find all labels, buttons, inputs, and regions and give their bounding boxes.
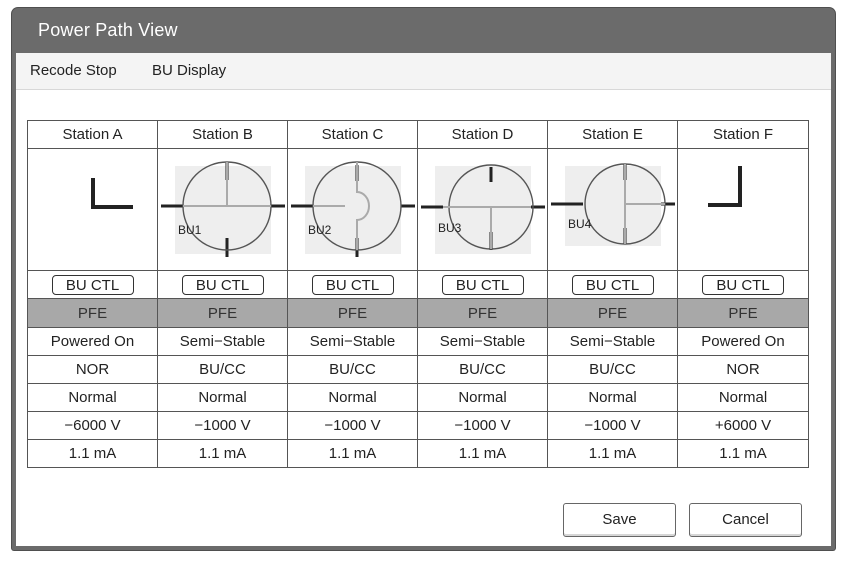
mode-cell: NOR (27, 355, 158, 384)
status-cell: Normal (677, 383, 809, 412)
cancel-button[interactable]: Cancel (689, 503, 802, 537)
save-button[interactable]: Save (563, 503, 676, 537)
state-cell: Semi−Stable (417, 327, 548, 356)
bu-label: BU4 (568, 217, 592, 231)
state-cell: Semi−Stable (157, 327, 288, 356)
bu-ctl-button[interactable]: BU CTL (51, 274, 134, 295)
branching-unit-icon[interactable]: BU1 (159, 150, 287, 270)
pfe-cell: PFE (287, 298, 418, 328)
voltage-cell: −1000 V (287, 411, 418, 440)
content-area: Station A Station B Station C Station D … (16, 90, 831, 546)
station-e-ctl-cell: BU CTL (547, 270, 678, 299)
window-title: Power Path View (38, 20, 178, 40)
state-cell: Powered On (677, 327, 809, 356)
bu-label: BU3 (438, 221, 462, 235)
bu-label: BU2 (308, 223, 332, 237)
mode-cell: BU/CC (157, 355, 288, 384)
branching-unit-icon[interactable]: BU2 (289, 150, 417, 270)
current-cell: 1.1 mA (547, 439, 678, 468)
status-cell: Normal (287, 383, 418, 412)
station-c-header: Station C (287, 120, 418, 149)
current-cell: 1.1 mA (157, 439, 288, 468)
mode-cell: BU/CC (547, 355, 678, 384)
current-cell: 1.1 mA (677, 439, 809, 468)
power-path-table: Station A Station B Station C Station D … (27, 120, 809, 468)
station-c-ctl-cell: BU CTL (287, 270, 418, 299)
station-e-header: Station E (547, 120, 678, 149)
voltage-cell: +6000 V (677, 411, 809, 440)
state-cell: Semi−Stable (547, 327, 678, 356)
station-b-diagram: BU1 (157, 148, 288, 271)
pfe-cell: PFE (677, 298, 809, 328)
voltage-cell: −1000 V (417, 411, 548, 440)
branching-unit-icon[interactable]: BU4 (549, 150, 677, 270)
current-cell: 1.1 mA (417, 439, 548, 468)
station-b-ctl-cell: BU CTL (157, 270, 288, 299)
bu-label: BU1 (178, 223, 202, 237)
menu-bar: Recode Stop BU Display (16, 53, 831, 90)
pfe-cell: PFE (547, 298, 678, 328)
current-cell: 1.1 mA (27, 439, 158, 468)
pfe-cell: PFE (27, 298, 158, 328)
station-d-header: Station D (417, 120, 548, 149)
station-f-diagram (677, 148, 809, 271)
state-cell: Semi−Stable (287, 327, 418, 356)
station-d-diagram: BU3 (417, 148, 548, 271)
bu-ctl-button[interactable]: BU CTL (181, 274, 264, 295)
voltage-cell: −1000 V (157, 411, 288, 440)
current-cell: 1.1 mA (287, 439, 418, 468)
menu-item-recode-stop[interactable]: Recode Stop (30, 53, 117, 89)
bu-ctl-button[interactable]: BU CTL (571, 274, 654, 295)
voltage-cell: −6000 V (27, 411, 158, 440)
status-cell: Normal (547, 383, 678, 412)
voltage-cell: −1000 V (547, 411, 678, 440)
station-b-header: Station B (157, 120, 288, 149)
state-cell: Powered On (27, 327, 158, 356)
status-cell: Normal (417, 383, 548, 412)
status-cell: Normal (27, 383, 158, 412)
station-e-diagram: BU4 (547, 148, 678, 271)
branching-unit-icon[interactable]: BU3 (419, 150, 547, 270)
power-path-window: Power Path View Recode Stop BU Display S… (12, 8, 835, 550)
pfe-cell: PFE (157, 298, 288, 328)
station-f-header: Station F (677, 120, 809, 149)
bu-ctl-button[interactable]: BU CTL (441, 274, 524, 295)
station-d-ctl-cell: BU CTL (417, 270, 548, 299)
corner-right-icon (708, 165, 742, 207)
bu-ctl-button[interactable]: BU CTL (311, 274, 394, 295)
station-f-ctl-cell: BU CTL (677, 270, 809, 299)
station-a-ctl-cell: BU CTL (27, 270, 158, 299)
menu-item-bu-display[interactable]: BU Display (152, 53, 226, 89)
pfe-cell: PFE (417, 298, 548, 328)
bu-ctl-button[interactable]: BU CTL (702, 274, 784, 295)
station-a-header: Station A (27, 120, 158, 149)
status-cell: Normal (157, 383, 288, 412)
mode-cell: BU/CC (417, 355, 548, 384)
mode-cell: NOR (677, 355, 809, 384)
station-c-diagram: BU2 (287, 148, 418, 271)
station-a-diagram (27, 148, 158, 271)
corner-left-icon (90, 177, 133, 209)
mode-cell: BU/CC (287, 355, 418, 384)
